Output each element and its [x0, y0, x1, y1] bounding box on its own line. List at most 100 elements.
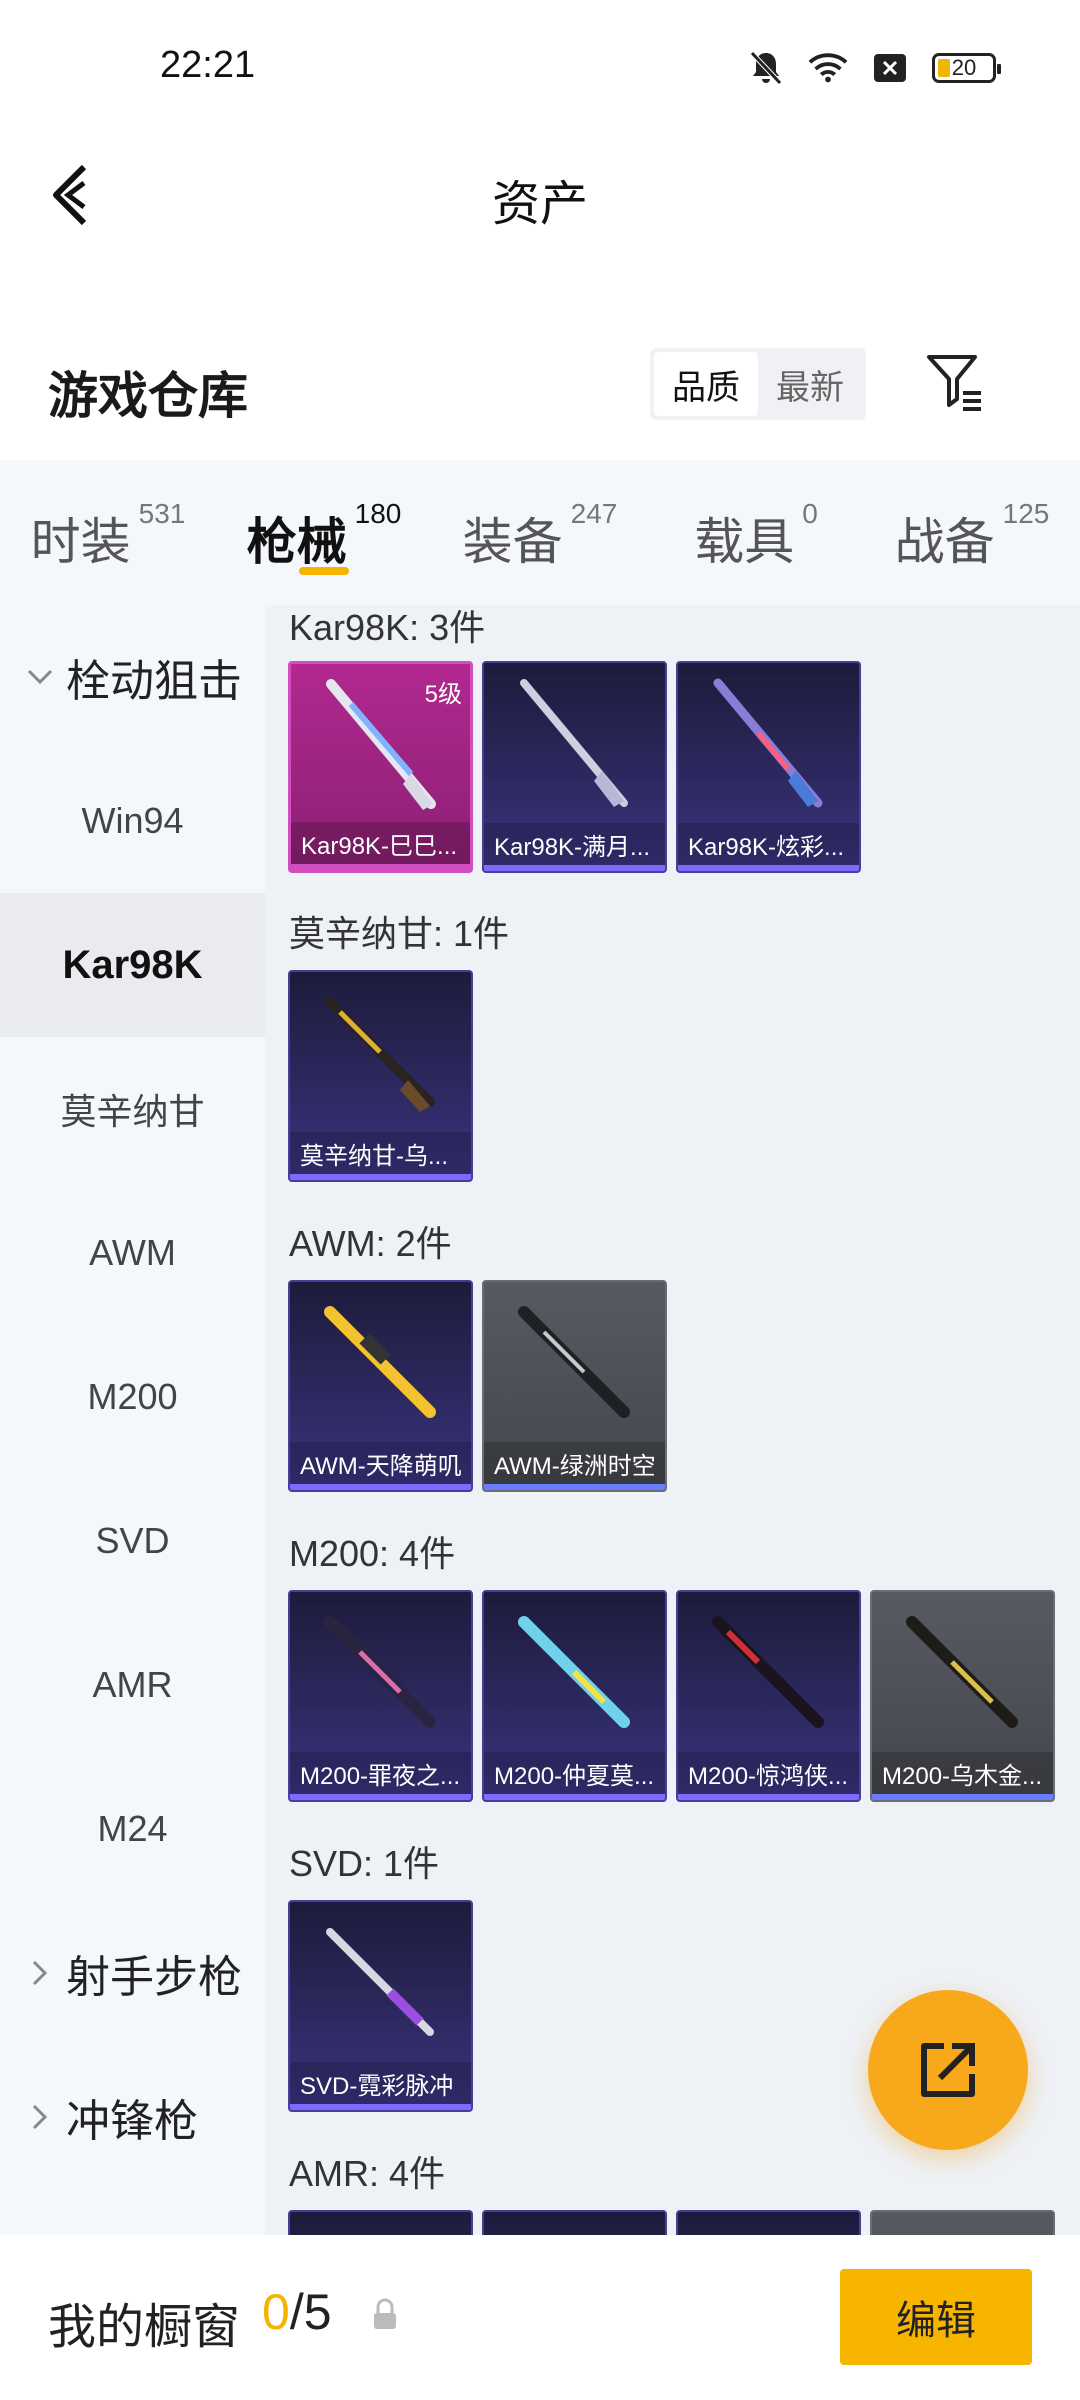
weapon-card[interactable]: Kar98K-炫彩... [676, 661, 861, 873]
section-title-awm: AWM: 2件 [289, 1223, 452, 1264]
weapon-image [713, 678, 823, 808]
tab-supplies[interactable]: 战备 125 [864, 460, 1080, 605]
weapon-name: M200-仲夏莫... [484, 1752, 665, 1794]
tab-guns[interactable]: 枪械 180 [216, 460, 432, 605]
weapon-card[interactable]: AWM-天降萌叽 [288, 1280, 473, 1492]
weapon-image [325, 997, 435, 1112]
weapon-card[interactable]: SVD-霓彩脉冲 [288, 1900, 473, 2112]
sidebar-item-svd[interactable]: SVD [0, 1469, 265, 1613]
tab-vehicles[interactable]: 载具 0 [648, 460, 864, 605]
weapon-card[interactable] [288, 2210, 473, 2235]
weapon-card[interactable] [676, 2210, 861, 2235]
weapon-image [324, 1306, 436, 1418]
weapon-name: AWM-绿洲时空 [484, 1442, 665, 1484]
tab-label: 战备 [894, 514, 995, 570]
weapon-image [326, 1928, 434, 2036]
weapon-card[interactable]: AWM-绿洲时空 [482, 1280, 667, 1492]
sort-toggle: 品质 最新 [650, 348, 866, 420]
weapon-card[interactable]: M200-罪夜之... [288, 1590, 473, 1802]
weapon-name: Kar98K-炫彩... [678, 823, 859, 865]
share-external-icon [921, 2043, 975, 2097]
sidebar-item-m24[interactable]: M24 [0, 1757, 265, 1901]
status-icons: 20 [746, 48, 1001, 88]
weapon-card[interactable]: M200-惊鸿侠... [676, 1590, 861, 1802]
weapon-card[interactable]: 莫辛纳甘-乌... [288, 970, 473, 1182]
rarity-bar [678, 1794, 859, 1800]
rarity-bar [291, 864, 470, 870]
sidebar-item-mosin[interactable]: 莫辛纳甘 [0, 1037, 265, 1181]
category-tabs: 时装 531 枪械 180 装备 247 载具 0 战备 125 [0, 460, 1080, 605]
rarity-bar [484, 1484, 665, 1490]
weapon-name: Kar98K-满月... [484, 823, 665, 865]
tab-count: 247 [570, 498, 618, 529]
section-title-kar98k: Kar98K: 3件 [289, 607, 486, 648]
rarity-bar [290, 1484, 471, 1490]
showcase-used: 0 [262, 2284, 290, 2340]
weapon-card[interactable]: 5级 Kar98K-巳巳... [288, 661, 473, 873]
tab-count: 125 [1002, 498, 1050, 529]
share-fab-button[interactable] [868, 1990, 1028, 2150]
sidebar-item-win94[interactable]: Win94 [0, 749, 265, 893]
sidebar-item-kar98k[interactable]: Kar98K [0, 893, 265, 1037]
tab-count: 0 [802, 498, 818, 529]
chevron-down-icon [22, 659, 58, 695]
sort-newest-option[interactable]: 最新 [758, 352, 862, 416]
filter-button[interactable] [920, 346, 990, 416]
chevron-right-icon [22, 1955, 58, 1991]
tab-label: 装备 [462, 514, 563, 570]
weapon-image [712, 1616, 824, 1728]
sidebar-item-awm[interactable]: AWM [0, 1181, 265, 1325]
sidebar-item-m200[interactable]: M200 [0, 1325, 265, 1469]
weapon-card[interactable]: Kar98K-满月... [482, 661, 667, 873]
weapon-name: M200-罪夜之... [290, 1752, 471, 1794]
sort-quality-option[interactable]: 品质 [654, 352, 758, 416]
wifi-icon [808, 48, 848, 88]
rarity-bar [290, 1794, 471, 1800]
sidebar-item-amr[interactable]: AMR [0, 1613, 265, 1757]
tab-outfits[interactable]: 时装 531 [0, 460, 216, 605]
weapon-level-badge: 5级 [424, 681, 462, 708]
rarity-bar [290, 2104, 471, 2110]
warehouse-title: 游戏仓库 [48, 368, 248, 424]
weapon-name: M200-乌木金... [872, 1752, 1053, 1794]
sidebar-group-label: 冲锋枪 [66, 2097, 198, 2146]
tab-active-indicator [299, 567, 349, 575]
rarity-bar [484, 1794, 665, 1800]
rarity-bar [290, 1174, 471, 1180]
weapon-name: Kar98K-巳巳... [291, 822, 470, 864]
tab-equipment[interactable]: 装备 247 [432, 460, 648, 605]
section-title-svd: SVD: 1件 [289, 1843, 440, 1884]
edit-button[interactable]: 编辑 [840, 2269, 1032, 2365]
showcase-count: 0/5 [262, 2283, 332, 2341]
filter-icon [927, 355, 981, 411]
weapon-card[interactable] [870, 2210, 1055, 2235]
weapon-card[interactable] [482, 2210, 667, 2235]
rarity-bar [678, 865, 859, 871]
page-title: 资产 [491, 178, 588, 231]
section-title-m200: M200: 4件 [289, 1533, 456, 1574]
weapon-card[interactable]: M200-仲夏莫... [482, 1590, 667, 1802]
showcase-label: 我的橱窗 [48, 2301, 241, 2354]
tab-count: 531 [138, 498, 186, 529]
app-header: 资产 [0, 140, 1080, 250]
weapon-image [520, 679, 628, 807]
mute-bell-icon [746, 48, 786, 88]
sidebar-group-smg[interactable]: 冲锋枪 [0, 2045, 265, 2189]
tab-label: 枪械 [246, 514, 347, 570]
weapon-image [518, 1616, 630, 1728]
section-title-mosin: 莫辛纳甘: 1件 [289, 913, 510, 954]
rarity-bar [484, 865, 665, 871]
sidebar-group-bolt-sniper[interactable]: 栓动狙击 [0, 605, 265, 749]
showcase-total: /5 [289, 2284, 332, 2340]
status-bar: 22:21 20 [0, 0, 1080, 140]
sidebar-group-label: 栓动狙击 [66, 657, 242, 706]
chevron-right-icon [22, 2099, 58, 2135]
weapon-name: SVD-霓彩脉冲 [290, 2062, 471, 2104]
weapon-card[interactable]: M200-乌木金... [870, 1590, 1055, 1802]
section-title-amr: AMR: 4件 [289, 2153, 446, 2194]
sidebar-group-marksman[interactable]: 射手步枪 [0, 1901, 265, 2045]
lock-icon [370, 2297, 400, 2333]
warehouse-bar: 游戏仓库 品质 最新 [0, 340, 1080, 440]
showcase-bar: 我的橱窗 0/5 编辑 [0, 2235, 1080, 2400]
weapon-name: 莫辛纳甘-乌... [290, 1132, 471, 1174]
